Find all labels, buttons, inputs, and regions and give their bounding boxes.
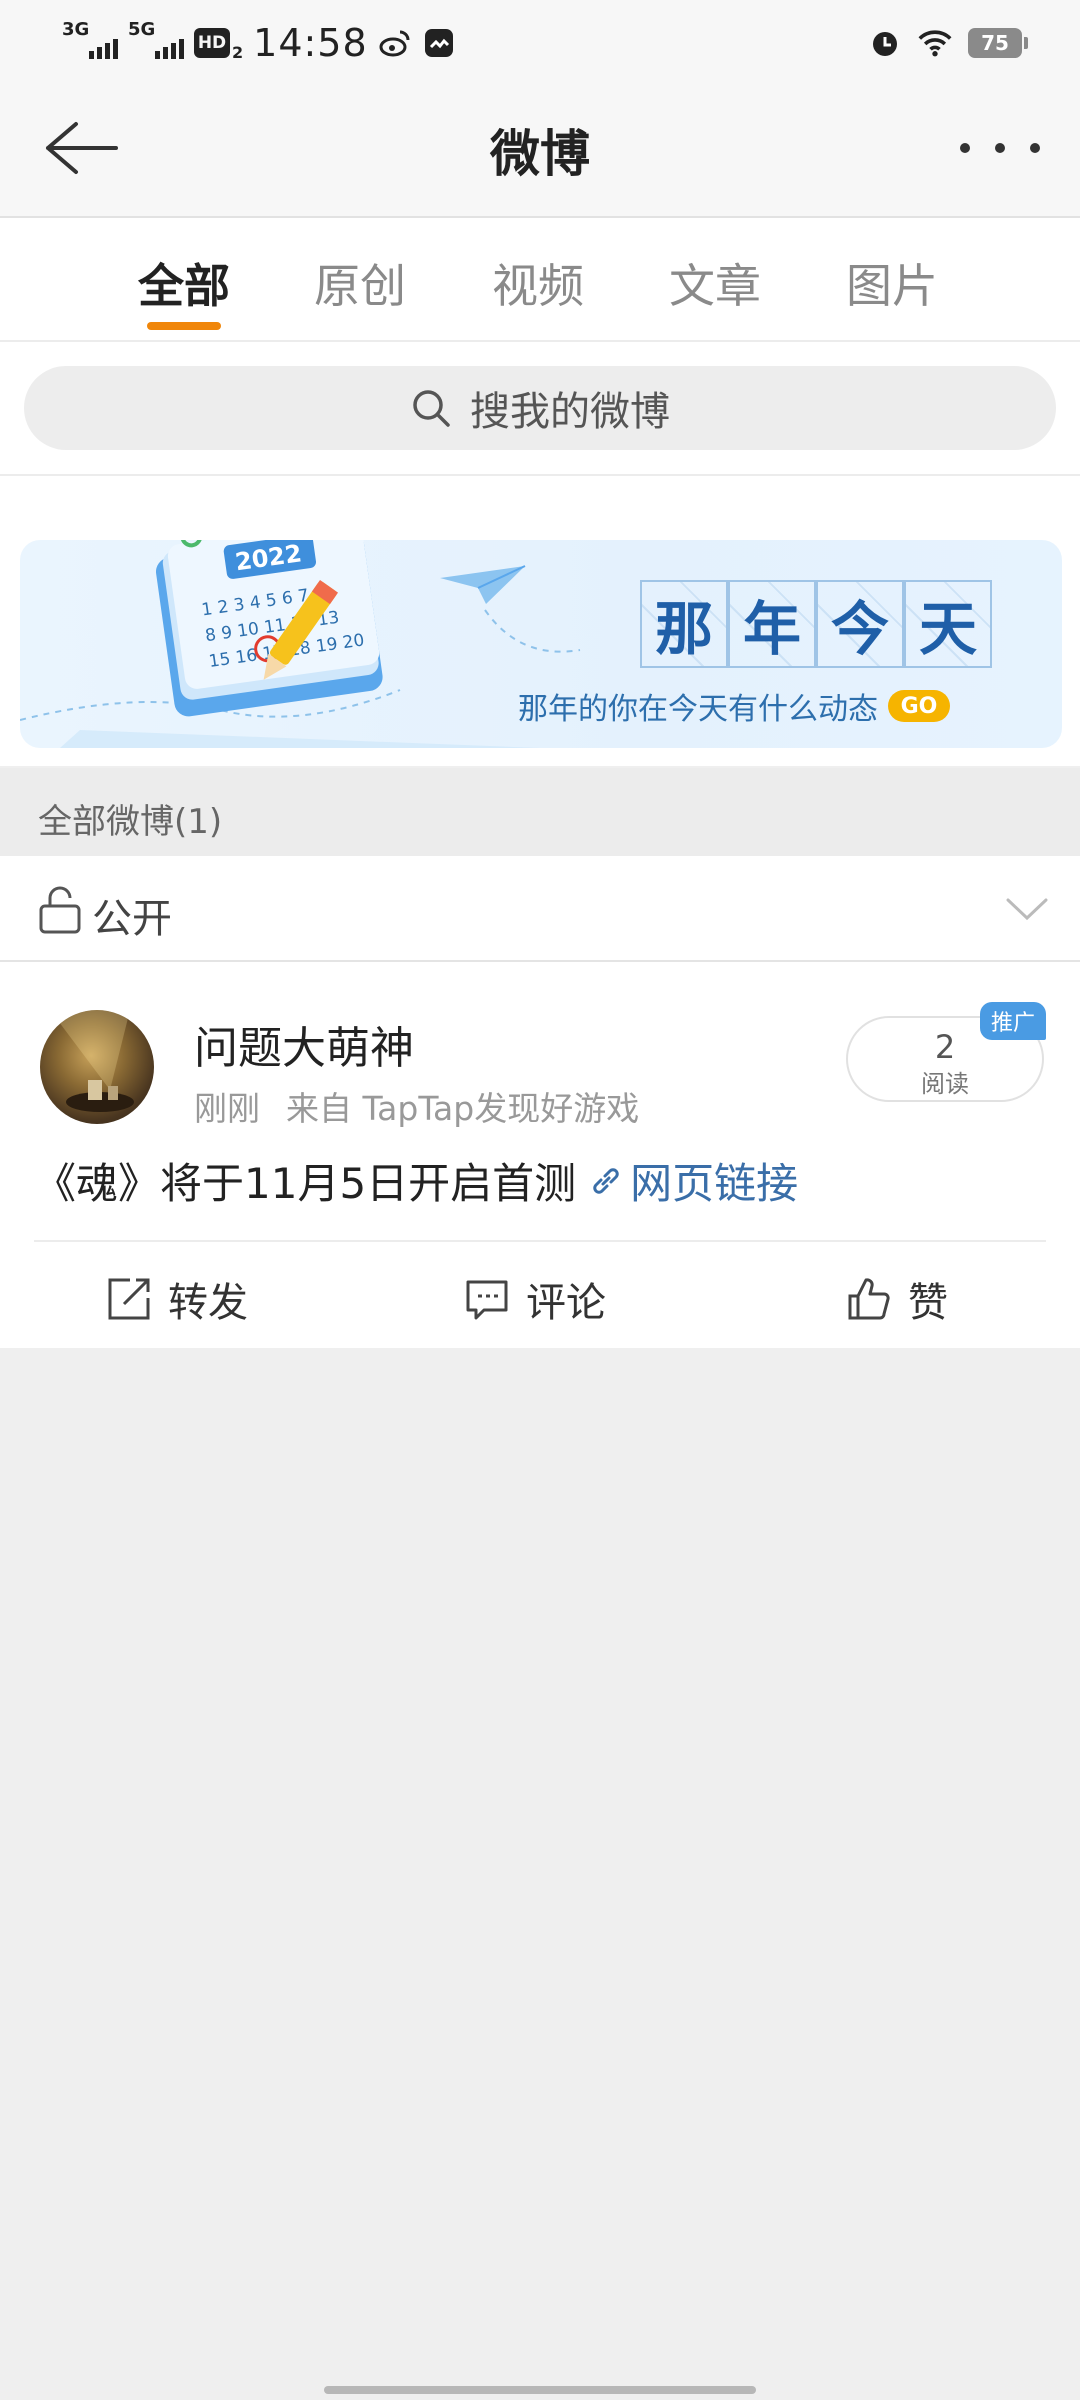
section-header: 全部微博(1) xyxy=(0,768,1080,856)
repost-icon xyxy=(108,1278,150,1320)
post-source: 来自 TapTap发现好游戏 xyxy=(286,1089,640,1128)
chevron-down-icon xyxy=(1006,898,1048,921)
promote-badge[interactable]: 推广 xyxy=(980,1002,1046,1040)
banner-title-char: 今 xyxy=(816,580,904,668)
banner-subtitle: 那年的你在今天有什么动态 GO xyxy=(518,684,950,728)
tab-article[interactable]: 文章 xyxy=(660,250,770,316)
signal-5g-icon: 5G xyxy=(128,19,184,63)
visibility-filter-label: 公开 xyxy=(92,896,172,942)
banner-section: 2022 1 2 3 4 5 6 7 8 9 10 11 12 13 15 16… xyxy=(0,476,1080,766)
status-bar-right: 75 xyxy=(868,22,1028,64)
more-options-button[interactable] xyxy=(960,126,1040,170)
web-link[interactable]: 网页链接 xyxy=(588,1150,798,1211)
tab-video[interactable]: 视频 xyxy=(483,250,593,316)
banner-title-char: 天 xyxy=(904,580,992,668)
avatar[interactable] xyxy=(40,1010,154,1124)
banner-title-char: 年 xyxy=(728,580,816,668)
dot-icon xyxy=(960,143,970,153)
like-button[interactable]: 赞 xyxy=(846,1270,948,1328)
banner-title-char: 那 xyxy=(640,580,728,668)
home-indicator[interactable] xyxy=(324,2386,756,2394)
web-link-label: 网页链接 xyxy=(630,1159,799,1208)
filter-tabs: 全部 原创 视频 文章 图片 xyxy=(0,218,1080,342)
app-notification-icon xyxy=(422,26,456,60)
section-header-label: 全部微博(1) xyxy=(38,802,223,842)
comment-icon xyxy=(466,1280,508,1320)
visibility-filter[interactable]: 公开 xyxy=(0,856,1080,962)
signal-5g-label: 5G xyxy=(128,19,156,40)
post-actions: 转发 评论 赞 xyxy=(0,1242,1080,1348)
post-author[interactable]: 问题大萌神 xyxy=(194,1012,414,1076)
clock: 14:58 xyxy=(253,21,368,65)
weibo-notification-icon xyxy=(378,26,412,60)
comment-label: 评论 xyxy=(526,1280,606,1326)
hd-icon: HD xyxy=(194,28,230,58)
tab-all[interactable]: 全部 xyxy=(129,250,239,316)
thumbs-up-icon xyxy=(848,1278,890,1320)
status-bar-left: 3G 5G HD 2 14:58 xyxy=(62,19,456,66)
status-bar: 3G 5G HD 2 14:58 75 xyxy=(0,0,1080,86)
battery-icon: 75 xyxy=(968,28,1028,58)
go-button[interactable]: GO xyxy=(888,690,950,722)
tab-original[interactable]: 原创 xyxy=(305,250,415,316)
banner-title: 那 年 今 天 xyxy=(640,580,992,668)
post-meta: 刚刚 来自 TapTap发现好游戏 xyxy=(194,1082,639,1130)
unlock-icon xyxy=(39,886,81,934)
read-label: 阅读 xyxy=(921,1070,969,1098)
repost-button[interactable]: 转发 xyxy=(106,1270,248,1328)
hd-sub-label: 2 xyxy=(232,42,244,62)
signal-3g-label: 3G xyxy=(62,19,90,40)
avatar-image-icon xyxy=(50,1010,134,1112)
like-label: 赞 xyxy=(908,1280,948,1326)
post-text: 《魂》将于11月5日开启首测 xyxy=(34,1159,577,1208)
wifi-icon xyxy=(918,26,952,60)
link-icon xyxy=(593,1167,619,1194)
on-this-day-banner[interactable]: 2022 1 2 3 4 5 6 7 8 9 10 11 12 13 15 16… xyxy=(20,540,1062,748)
post-time: 刚刚 xyxy=(194,1089,260,1128)
post-card[interactable]: 问题大萌神 刚刚 来自 TapTap发现好游戏 2 阅读 推广 《魂》将于11月… xyxy=(0,962,1080,1348)
active-tab-indicator xyxy=(147,322,221,330)
top-nav-bar: 微博 xyxy=(0,86,1080,218)
banner-subtitle-text: 那年的你在今天有什么动态 xyxy=(518,692,878,727)
search-placeholder: 搜我的微博 xyxy=(470,389,670,435)
post-content: 《魂》将于11月5日开启首测 网页链接 xyxy=(34,1150,798,1211)
comment-button[interactable]: 评论 xyxy=(464,1270,606,1328)
alarm-icon xyxy=(868,26,902,60)
tab-image[interactable]: 图片 xyxy=(837,250,947,316)
signal-3g-icon: 3G xyxy=(62,19,118,63)
dot-icon xyxy=(995,143,1005,153)
repost-label: 转发 xyxy=(168,1280,248,1326)
page-title: 微博 xyxy=(490,125,590,183)
search-icon xyxy=(413,390,450,427)
search-section: 搜我的微博 xyxy=(0,342,1080,476)
dot-icon xyxy=(1030,143,1040,153)
search-input[interactable]: 搜我的微博 xyxy=(24,366,1056,450)
